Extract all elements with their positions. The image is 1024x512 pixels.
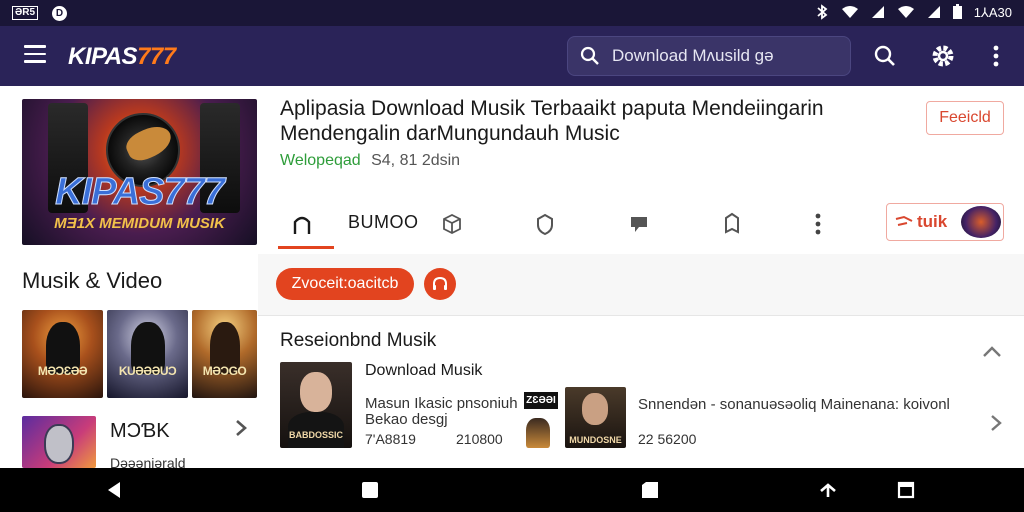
chevron-right-icon[interactable] bbox=[232, 419, 250, 437]
tab-more[interactable] bbox=[804, 210, 832, 238]
bookmark-icon bbox=[725, 212, 739, 234]
home-square-icon bbox=[362, 482, 378, 498]
app-stats: S4, 81 2dsin bbox=[371, 152, 461, 169]
wifi-icon bbox=[841, 5, 859, 22]
section-title: Musik & Video bbox=[22, 268, 163, 293]
media-thumb[interactable]: MƏƆGO bbox=[192, 310, 257, 398]
item-count: 22 56200 bbox=[638, 431, 697, 447]
primary-chip[interactable]: Zvoceit:oacitcb bbox=[276, 268, 414, 300]
tab-cube[interactable] bbox=[438, 210, 466, 238]
cube-icon bbox=[443, 213, 461, 235]
thumb-label: MƏƆGO bbox=[202, 364, 247, 378]
status-badge: ƏR5 bbox=[12, 6, 39, 20]
app-bar: KIPAS777 Download Mʌusild gə bbox=[0, 26, 1024, 86]
app-title: Aplipasia Download Musik Terbaaikt paput… bbox=[280, 97, 824, 145]
artist-face bbox=[582, 393, 608, 425]
more-vert-icon bbox=[993, 45, 999, 67]
promo-text: tuik bbox=[917, 212, 948, 231]
logo-text: KIPAS bbox=[68, 43, 138, 70]
logo-number: 777 bbox=[137, 43, 176, 70]
battery-icon bbox=[952, 4, 962, 22]
hero-title: KIPAS777 bbox=[55, 171, 226, 214]
system-nav-bar bbox=[0, 468, 1024, 512]
app-logo[interactable]: KIPAS777 bbox=[68, 43, 176, 71]
hero-banner[interactable]: KIPAS777 MƎ1X MEMIDUM MUSIK bbox=[22, 99, 257, 245]
feed-badge-button[interactable]: Feeicld bbox=[926, 101, 1004, 135]
nav-recents-button[interactable] bbox=[896, 480, 916, 500]
item-count-secondary: 210800 bbox=[456, 431, 503, 447]
more-vert-icon bbox=[815, 213, 821, 235]
list-item-title[interactable]: MƆƁK bbox=[110, 420, 170, 443]
thumb-label: KUƏƏƏUƆ bbox=[118, 364, 177, 378]
mini-badge: ZƐƏƏI bbox=[524, 392, 558, 409]
tab-bookmark[interactable] bbox=[718, 210, 746, 238]
promo-image bbox=[961, 206, 1001, 238]
hero-subtitle: MƎ1X MEMIDUM MUSIK bbox=[54, 215, 225, 232]
tab-comment[interactable] bbox=[625, 210, 653, 238]
wifi-strong-icon bbox=[897, 5, 915, 22]
headset-icon bbox=[433, 276, 447, 290]
promo-button[interactable]: tuik bbox=[886, 203, 1004, 241]
signal-strong-icon bbox=[927, 5, 941, 22]
promo-icon bbox=[895, 215, 913, 226]
search-input[interactable]: Download Mʌusild gə bbox=[567, 36, 851, 76]
media-thumb[interactable]: KUƏƏƏUƆ bbox=[107, 310, 188, 398]
thumb-label: MƏƆƐƏƏ bbox=[37, 364, 88, 378]
item-count: 7'A8819 bbox=[365, 431, 416, 447]
item-thumb-label: MUNDOSNE bbox=[569, 435, 622, 445]
status-app-icon: D bbox=[52, 5, 68, 21]
robot-avatar bbox=[44, 424, 74, 464]
home-icon bbox=[293, 216, 311, 234]
search-icon bbox=[874, 45, 895, 66]
media-thumb[interactable]: MƏƆƐƏƏ bbox=[22, 310, 103, 398]
search-icon bbox=[580, 46, 599, 65]
shield-icon bbox=[537, 213, 553, 236]
search-button[interactable] bbox=[871, 42, 899, 70]
item-title[interactable]: Download Musik bbox=[365, 362, 482, 380]
support-chip[interactable] bbox=[424, 268, 456, 300]
mini-artist-icon bbox=[526, 418, 550, 448]
overflow-menu-button[interactable] bbox=[982, 42, 1010, 70]
item-thumb[interactable]: BABDOSSIC bbox=[280, 362, 352, 448]
nav-files-button[interactable] bbox=[640, 480, 660, 500]
status-time: 1⅄A30 bbox=[973, 5, 1012, 20]
item-thumb-label: BABDOSSIC bbox=[288, 430, 343, 440]
tab-label-active[interactable]: BUMOO bbox=[348, 212, 419, 233]
status-bar: ƏR5 D 1⅄A30 bbox=[0, 0, 1024, 26]
search-query: Download Mʌusild gə bbox=[612, 46, 774, 65]
menu-icon[interactable] bbox=[24, 45, 46, 63]
tab-shield[interactable] bbox=[531, 210, 559, 238]
signal-icon bbox=[871, 5, 885, 22]
tab-home[interactable] bbox=[288, 210, 316, 238]
item-description: Snnendən - sonanuəsəoliq Mainenana: koiv… bbox=[638, 396, 950, 413]
app-meta: Welopeqad S4, 81 2dsin bbox=[280, 152, 460, 170]
comment-icon bbox=[631, 217, 647, 232]
item-thumb[interactable]: MUNDOSNE bbox=[565, 387, 626, 448]
item-description: Masun Ikasic pnsoniuh Bekao desgj bbox=[365, 395, 518, 428]
chevron-up-icon[interactable] bbox=[981, 341, 1003, 363]
arrow-up-icon bbox=[820, 483, 836, 497]
tab-indicator bbox=[278, 246, 334, 249]
back-icon bbox=[108, 482, 120, 498]
recents-icon bbox=[897, 481, 915, 499]
artist-face bbox=[300, 372, 332, 412]
nav-up-button[interactable] bbox=[818, 480, 838, 500]
gear-icon bbox=[932, 45, 954, 67]
file-icon bbox=[642, 482, 658, 498]
settings-button[interactable] bbox=[929, 42, 957, 70]
developer-link[interactable]: Welopeqad bbox=[280, 152, 361, 169]
nav-back-button[interactable] bbox=[104, 480, 124, 500]
list-item-thumb[interactable] bbox=[22, 416, 96, 468]
bluetooth-icon bbox=[815, 3, 829, 23]
nav-home-button[interactable] bbox=[360, 480, 380, 500]
recommended-title: Reseionbnd Musik bbox=[280, 330, 437, 351]
chevron-right-icon[interactable] bbox=[985, 412, 1007, 434]
